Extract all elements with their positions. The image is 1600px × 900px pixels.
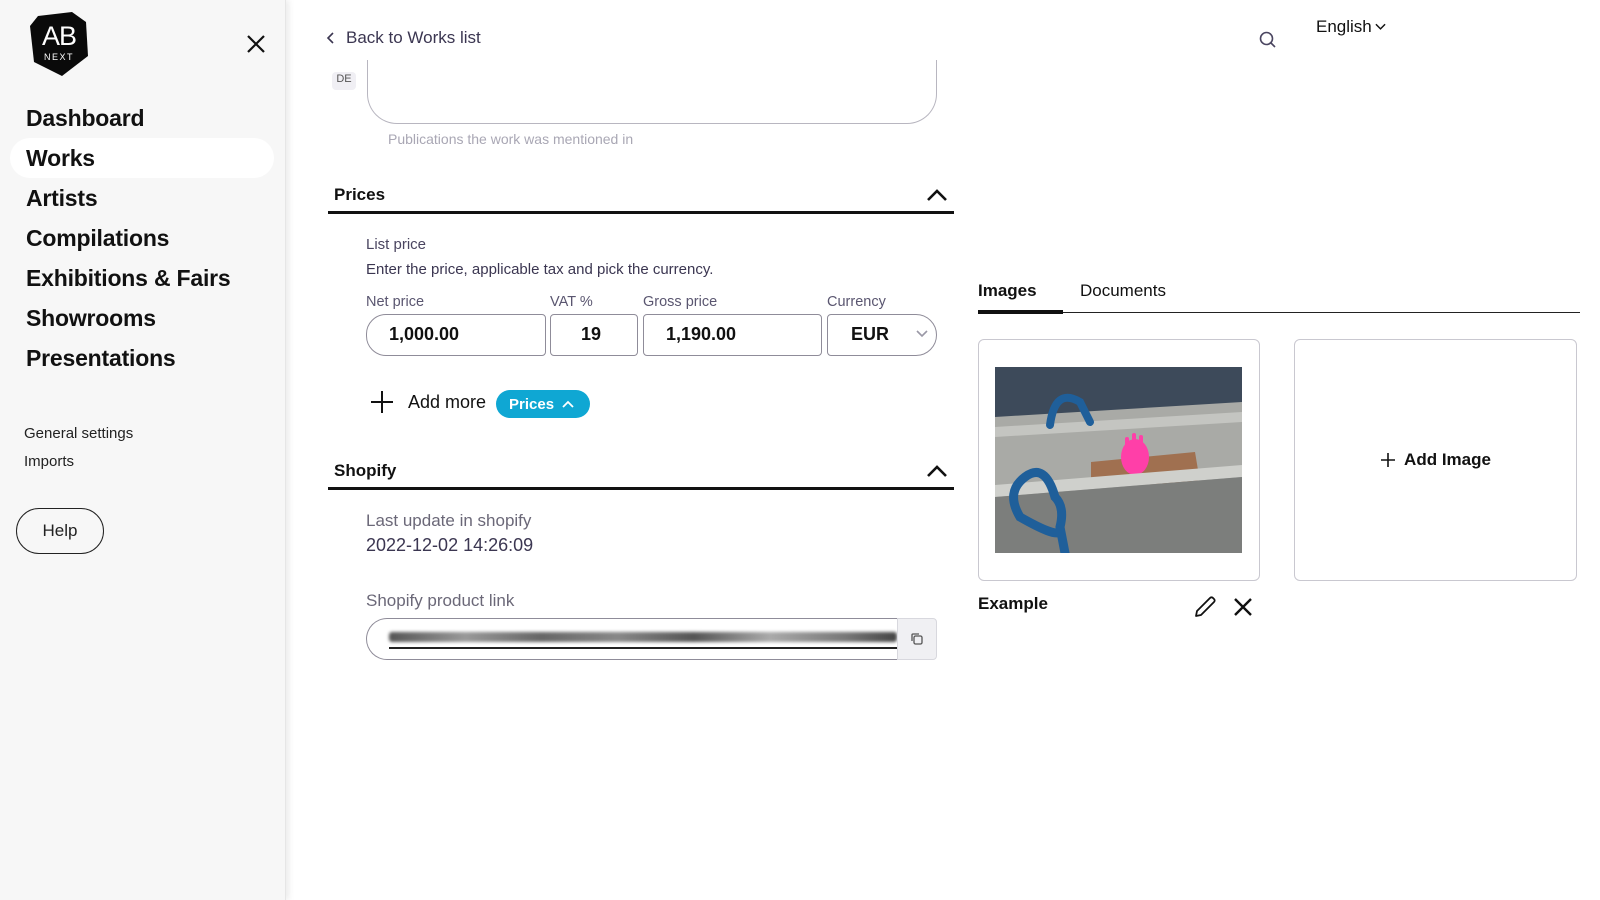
add-image-button[interactable]: Add Image — [1294, 339, 1577, 581]
edit-image-button[interactable] — [1192, 594, 1218, 620]
language-selector[interactable]: English — [1316, 17, 1386, 37]
nav-item-imports[interactable]: Imports — [24, 448, 133, 476]
gross-price-input[interactable]: 1,190.00 — [643, 314, 822, 356]
redacted-link-text — [389, 632, 897, 642]
logo-main-text: AB — [41, 21, 77, 51]
prices-chip-label: Prices — [509, 395, 555, 413]
net-price-label: Net price — [366, 294, 425, 310]
app-logo[interactable]: AB NEXT — [28, 12, 90, 76]
secondary-nav: General settings Imports — [24, 420, 133, 476]
language-tag-de: DE — [332, 72, 356, 90]
image-caption: Example — [978, 594, 1048, 613]
nav-item-artists[interactable]: Artists — [10, 178, 274, 218]
nav-item-presentations[interactable]: Presentations — [10, 338, 274, 378]
language-label: English — [1316, 17, 1372, 36]
image-card[interactable] — [978, 339, 1260, 581]
add-image-label: Add Image — [1404, 450, 1491, 469]
pencil-icon — [1195, 596, 1216, 617]
vat-input[interactable]: 19 — [550, 314, 638, 356]
copy-link-button[interactable] — [897, 618, 937, 660]
copy-icon — [911, 633, 923, 645]
chevron-up-icon — [927, 188, 947, 201]
sidebar: AB NEXT Dashboard Works Artists Compilat… — [0, 0, 286, 900]
link-underline — [389, 647, 897, 649]
shopify-section-header[interactable]: Shopify — [328, 454, 954, 490]
back-to-works-link[interactable]: Back to Works list — [326, 28, 481, 48]
publications-helper-text: Publications the work was mentioned in — [388, 131, 634, 147]
chevron-left-icon — [326, 32, 334, 44]
main-nav: Dashboard Works Artists Compilations Exh… — [10, 98, 274, 378]
prices-section-title: Prices — [334, 184, 386, 204]
currency-select[interactable]: EUR — [827, 314, 937, 356]
help-button[interactable]: Help — [16, 508, 104, 554]
delete-image-button[interactable] — [1232, 596, 1254, 618]
nav-item-compilations[interactable]: Compilations — [10, 218, 274, 258]
close-icon — [1234, 598, 1252, 616]
shopify-product-link-label: Shopify product link — [366, 591, 515, 610]
shopify-product-link-input[interactable] — [366, 618, 897, 660]
logo-sub-text: NEXT — [43, 52, 74, 62]
add-more-button[interactable]: Add more — [370, 390, 486, 414]
publications-textarea[interactable] — [367, 60, 937, 124]
media-tabs: Images Documents — [978, 275, 1580, 314]
plus-icon — [371, 391, 393, 413]
prices-section-header[interactable]: Prices — [328, 178, 954, 214]
search-button[interactable] — [1258, 30, 1278, 50]
last-update-value: 2022-12-02 14:26:09 — [366, 535, 534, 555]
nav-item-showrooms[interactable]: Showrooms — [10, 298, 274, 338]
vat-label: VAT % — [550, 294, 593, 310]
chevron-up-icon — [927, 464, 947, 477]
search-icon — [1259, 31, 1276, 48]
chevron-down-icon — [916, 330, 928, 338]
tab-images[interactable]: Images — [978, 281, 1063, 314]
gross-price-label: Gross price — [643, 294, 718, 310]
list-price-help: Enter the price, applicable tax and pick… — [366, 261, 714, 278]
artwork-photo-icon — [995, 367, 1242, 553]
chevron-down-icon — [1375, 23, 1386, 30]
nav-item-works[interactable]: Works — [10, 138, 274, 178]
chevron-up-icon — [562, 400, 574, 408]
nav-item-dashboard[interactable]: Dashboard — [10, 98, 274, 138]
currency-value: EUR — [851, 324, 890, 344]
net-price-input[interactable]: 1,000.00 — [366, 314, 546, 356]
currency-label: Currency — [827, 294, 886, 310]
close-icon — [247, 35, 265, 53]
back-link-label: Back to Works list — [346, 28, 481, 47]
nav-item-exhibitions-fairs[interactable]: Exhibitions & Fairs — [10, 258, 274, 298]
image-thumbnail — [995, 367, 1242, 553]
tab-documents[interactable]: Documents — [1080, 281, 1166, 312]
list-price-label: List price — [366, 236, 427, 253]
close-sidebar-button[interactable] — [244, 32, 268, 56]
nav-item-general-settings[interactable]: General settings — [24, 420, 133, 448]
last-update-label: Last update in shopify — [366, 511, 532, 530]
shopify-section-title: Shopify — [334, 460, 397, 480]
add-more-label: Add more — [408, 391, 487, 412]
prices-chip-button[interactable]: Prices — [496, 390, 591, 418]
plus-icon — [1381, 453, 1396, 467]
